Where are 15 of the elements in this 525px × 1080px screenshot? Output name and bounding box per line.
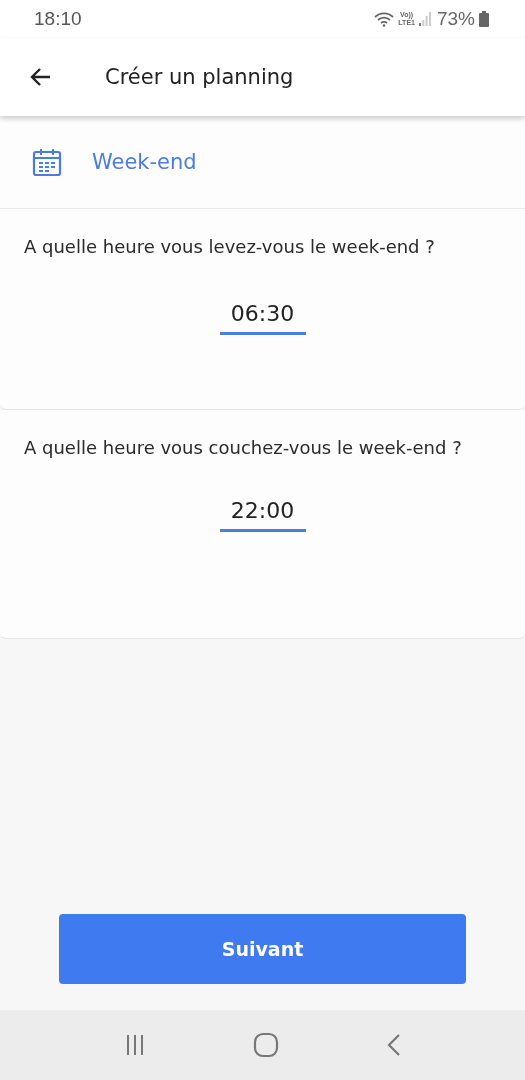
home-icon[interactable]: [253, 1032, 280, 1058]
battery-icon: [479, 11, 489, 27]
screen-title: Créer un planning: [105, 65, 294, 89]
signal-icon: [418, 12, 431, 26]
question-text: A quelle heure vous levez-vous le week-end ?: [24, 235, 436, 259]
time-field[interactable]: 06:30: [219, 301, 306, 335]
next-button[interactable]: Suivant: [59, 914, 466, 984]
battery-level: 73%: [436, 8, 475, 30]
calendar-icon: [32, 147, 62, 177]
question-text: A quelle heure vous couchez-vous le week-end ?: [24, 436, 463, 460]
back-icon[interactable]: [387, 1033, 402, 1057]
time-field[interactable]: 22:00: [219, 498, 306, 532]
clock-time: 18:10: [34, 8, 82, 30]
section-title: Week-end: [92, 150, 197, 174]
wifi-icon: [374, 11, 395, 27]
